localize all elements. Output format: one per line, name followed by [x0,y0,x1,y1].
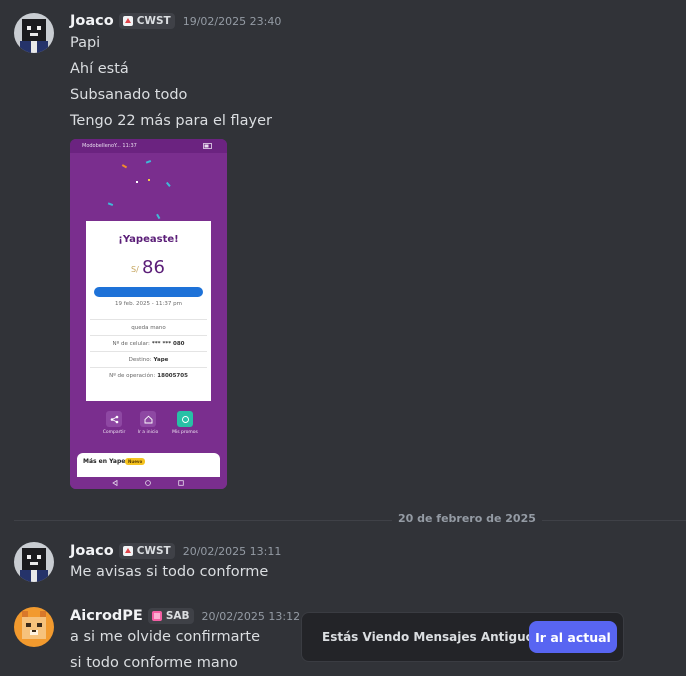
server-tag-badge[interactable]: CWST [118,543,175,559]
receipt-row: queda mano [90,319,207,336]
older-messages-banner: Estás Viendo Mensajes Antiguos Ir al act… [301,612,624,662]
image-attachment[interactable]: ModobelIenoY... 11:37 ¡Yapeaste! S/ 86 1… [70,139,227,489]
message-text: Subsanado todo [70,87,188,103]
timestamp[interactable]: 20/02/2025 13:12 [202,610,301,623]
back-icon [112,480,118,486]
server-tag-label: CWST [136,545,171,557]
avatar[interactable] [14,607,54,647]
server-tag-label: SAB [165,610,190,622]
home-action: Ir a inicio [130,411,166,435]
receipt-row-label: Nº de operación: [109,373,156,379]
message-text: a si me olvide confirmarte [70,629,261,645]
receipt-row-label: queda mano [131,325,166,331]
phone-status-text: ModobelIenoY... 11:37 [82,143,137,149]
receipt-row-label: Nº de celular: [112,341,150,347]
guild-tag-icon [151,611,162,621]
message-text: Tengo 22 más para el flayer [70,113,273,129]
phone-status-bar: ModobelIenoY... 11:37 [70,139,227,153]
promos-icon [177,411,193,427]
action-label: Compartir [102,430,126,435]
receipt-row: Nº de operación: 18005705 [90,367,207,384]
share-action: Compartir [96,411,132,435]
action-label: Ir a inicio [137,430,159,435]
server-tag-badge[interactable]: CWST [118,13,175,29]
date-divider [14,520,686,521]
receipt-row: Nº de celular: *** *** 080 [90,335,207,352]
promos-action: Mis promos [167,411,203,435]
payment-receipt: ¡Yapeaste! S/ 86 19 feb. 2025 - 11:37 pm… [86,221,211,401]
timestamp[interactable]: 19/02/2025 23:40 [183,15,282,28]
receipt-row-value: Yape [153,357,169,363]
receipt-title: ¡Yapeaste! [118,234,179,245]
new-badge: Nuevo [125,458,146,465]
phone-nav-bar [70,477,227,489]
currency-symbol: S/ [131,265,139,274]
receipt-row-value: 18005705 [157,373,188,379]
older-messages-text: Estás Viendo Mensajes Antiguos [322,630,542,644]
server-tag-label: CWST [136,15,171,27]
jump-to-present-button[interactable]: Ir al actual [529,621,617,653]
receipt-row: Destino: Yape [90,351,207,368]
home-icon [140,411,156,427]
share-icon [106,411,122,427]
receipt-name-bar [94,287,203,297]
message-text: si todo conforme mano [70,655,238,671]
date-divider-label: 20 de febrero de 2025 [392,512,542,525]
server-tag-badge[interactable]: SAB [147,608,194,624]
receipt-datetime: 19 feb. 2025 - 11:37 pm [115,301,182,307]
username[interactable]: Joaco [70,543,114,559]
more-title: Más en Yape [83,458,126,465]
receipt-amount: 86 [142,257,165,278]
receipt-row-value: *** *** 080 [151,341,185,347]
action-label: Mis promos [172,430,198,435]
message-text: Ahí está [70,61,129,77]
more-in-yape-card: Más en Yape Nuevo [77,453,220,477]
message-text: Papi [70,35,101,51]
guild-tag-icon [122,546,133,556]
avatar[interactable] [14,542,54,582]
timestamp[interactable]: 20/02/2025 13:11 [183,545,282,558]
username[interactable]: Joaco [70,13,114,29]
message-text: Me avisas si todo conforme [70,564,269,580]
battery-icon [203,143,212,149]
avatar[interactable] [14,13,54,53]
username[interactable]: AicrodPE [70,608,143,624]
recents-icon [178,480,184,486]
home-nav-icon [145,480,151,486]
receipt-row-label: Destino: [128,357,152,363]
guild-tag-icon [122,16,133,26]
